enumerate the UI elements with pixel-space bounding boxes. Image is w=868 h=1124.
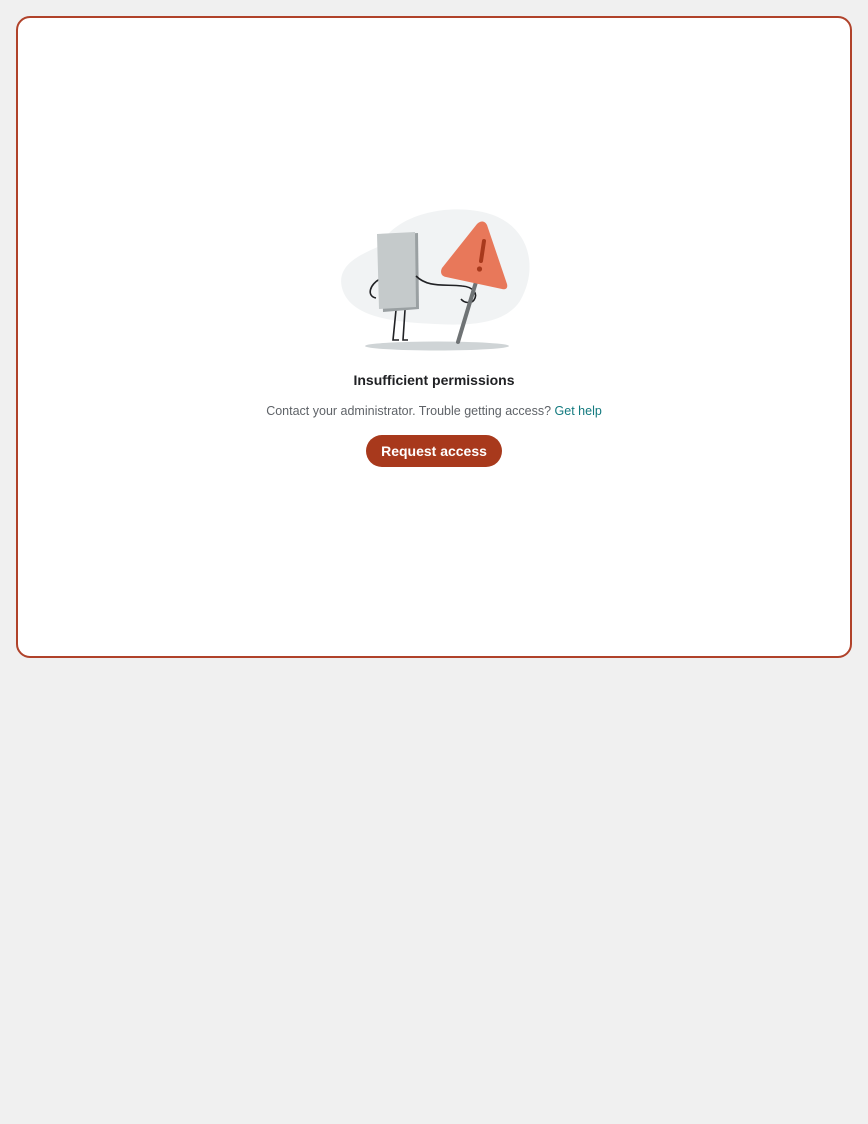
error-title: Insufficient permissions bbox=[353, 372, 515, 388]
error-message-text: Contact your administrator. Trouble gett… bbox=[266, 404, 552, 418]
error-message: Contact your administrator. Trouble gett… bbox=[18, 404, 850, 418]
permission-error-card: Insufficient permissions Contact your ad… bbox=[16, 16, 852, 658]
request-access-button[interactable]: Request access bbox=[366, 435, 502, 467]
warning-sign-character-icon bbox=[340, 206, 534, 352]
get-help-link[interactable]: Get help bbox=[555, 404, 602, 418]
